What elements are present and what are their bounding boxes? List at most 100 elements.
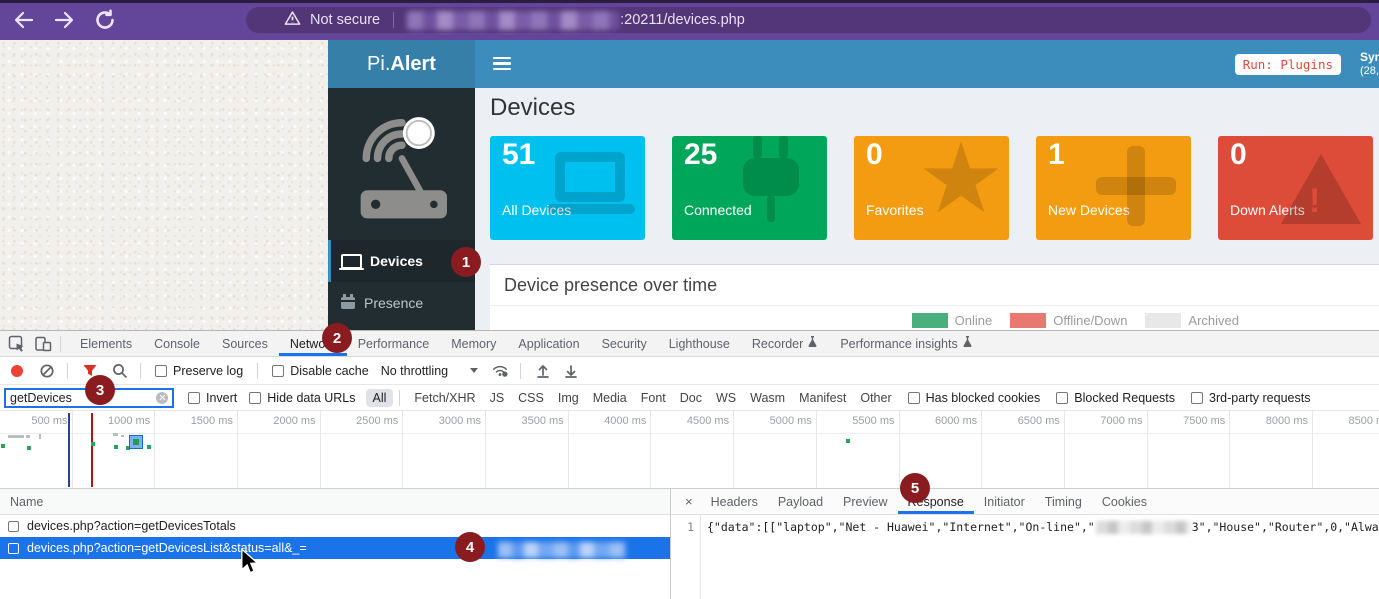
card-new-devices[interactable]: 1 New Devices: [1036, 136, 1191, 240]
disable-cache-checkbox[interactable]: [272, 365, 284, 377]
tab-security[interactable]: Security: [591, 331, 658, 356]
filter-type-font[interactable]: Font: [641, 391, 666, 405]
plus-icon: [1091, 142, 1187, 238]
app-sidebar: Devices Presence: [328, 88, 475, 330]
line-number-gutter: 1: [671, 515, 701, 599]
sidebar-item-presence[interactable]: Presence: [328, 282, 475, 324]
filter-type-ws[interactable]: WS: [716, 391, 736, 405]
row-checkbox[interactable]: [8, 521, 19, 532]
filter-type-all[interactable]: All: [366, 389, 394, 407]
invert-checkbox[interactable]: [188, 392, 200, 404]
blocked-requests-checkbox[interactable]: [1056, 392, 1068, 404]
tab-sources[interactable]: Sources: [211, 331, 279, 356]
clear-icon[interactable]: [39, 363, 55, 379]
card-favorites[interactable]: 0 Favorites ★: [854, 136, 1009, 240]
tab-headers[interactable]: Headers: [701, 489, 768, 514]
tab-recorder[interactable]: Recorder: [741, 331, 829, 356]
card-value: 0: [1230, 138, 1247, 172]
inspect-element-icon[interactable]: [8, 335, 26, 353]
legend-archived-swatch: [1145, 313, 1181, 328]
close-icon[interactable]: ×: [671, 494, 701, 509]
tab-performance-insights[interactable]: Performance insights: [829, 331, 983, 356]
filter-type-wasm[interactable]: Wasm: [750, 391, 785, 405]
sidebar-toggle-icon[interactable]: [493, 57, 511, 71]
timeline-ruler-line: [0, 433, 1379, 434]
selected-request-marker: [129, 435, 143, 449]
app-logo[interactable]: Pi.Alert: [328, 40, 475, 88]
record-button[interactable]: [11, 365, 23, 377]
filter-type-media[interactable]: Media: [593, 391, 627, 405]
forward-button[interactable]: [52, 8, 76, 32]
preserve-log-checkbox[interactable]: [155, 365, 167, 377]
row-checkbox[interactable]: [8, 543, 19, 554]
experiment-flask-icon: [807, 336, 818, 351]
navbar-user-label[interactable]: Syn (28,: [1360, 50, 1379, 79]
tab-application[interactable]: Application: [507, 331, 590, 356]
timeline-tick-label: 6000 ms: [903, 415, 977, 427]
tab-console[interactable]: Console: [143, 331, 211, 356]
not-secure-warning-icon: [284, 10, 301, 30]
card-down-alerts[interactable]: 0 Down Alerts !: [1218, 136, 1373, 240]
blocked-requests-label: Blocked Requests: [1074, 391, 1175, 405]
network-conditions-icon[interactable]: [492, 363, 508, 379]
requests-name-header[interactable]: Name: [0, 489, 670, 515]
timeline-tick-label: 5500 ms: [821, 415, 895, 427]
reload-button[interactable]: [93, 8, 117, 32]
tab-performance[interactable]: Performance: [347, 331, 441, 356]
screen: Not secure :20211/devices.php Pi.Alert R…: [0, 0, 1379, 599]
network-timeline[interactable]: 500 ms1000 ms1500 ms2000 ms2500 ms3000 m…: [0, 411, 1379, 489]
timeline-tick-label: 1000 ms: [76, 415, 150, 427]
card-value: 0: [866, 138, 883, 172]
device-toolbar-icon[interactable]: [34, 335, 52, 353]
warning-icon: !: [1273, 142, 1369, 238]
third-party-requests-checkbox[interactable]: [1191, 392, 1203, 404]
toolbar-separator: [140, 363, 141, 379]
card-connected[interactable]: 25 Connected: [672, 136, 827, 240]
timeline-gridline: [816, 411, 817, 489]
filter-type-manifest[interactable]: Manifest: [799, 391, 846, 405]
legend-online-label: Online: [955, 313, 993, 328]
waterfall-bar: [113, 433, 118, 436]
run-plugins-button[interactable]: Run: Plugins: [1235, 54, 1341, 75]
experiment-flask-icon: [962, 336, 973, 351]
filter-type-css[interactable]: CSS: [518, 391, 544, 405]
browser-toolbar: Not secure :20211/devices.php: [0, 0, 1379, 40]
tab-payload[interactable]: Payload: [768, 489, 833, 514]
filter-type-js[interactable]: JS: [490, 391, 505, 405]
card-all-devices[interactable]: 51 All Devices: [490, 136, 645, 240]
filter-type-img[interactable]: Img: [558, 391, 579, 405]
chart-legend: Online Offline/Down Archived: [490, 306, 1379, 328]
annotation-badge-3: 3: [85, 375, 115, 405]
toolbar-separator: [67, 363, 68, 379]
request-dot: [27, 446, 31, 450]
star-icon: ★: [909, 142, 1005, 238]
request-row-totals[interactable]: devices.php?action=getDevicesTotals: [0, 515, 670, 537]
import-har-icon[interactable]: [535, 363, 551, 379]
chevron-down-icon: [470, 368, 478, 373]
timeline-gridline: [1312, 411, 1313, 489]
annotation-badge-2: 2: [322, 323, 352, 353]
blurred-query-value: [498, 542, 626, 558]
hide-data-urls-checkbox[interactable]: [249, 392, 261, 404]
requests-pane: Name devices.php?action=getDevicesTotals…: [0, 489, 670, 599]
filter-type-other[interactable]: Other: [860, 391, 891, 405]
filter-type-fetch-xhr[interactable]: Fetch/XHR: [414, 391, 475, 405]
tab-elements[interactable]: Elements: [69, 331, 143, 356]
clear-filter-icon[interactable]: [156, 392, 168, 404]
address-bar[interactable]: Not secure :20211/devices.php: [246, 7, 1371, 33]
tab-initiator[interactable]: Initiator: [974, 489, 1035, 514]
tab-lighthouse[interactable]: Lighthouse: [658, 331, 741, 356]
search-icon[interactable]: [112, 363, 128, 379]
back-button[interactable]: [12, 8, 36, 32]
export-har-icon[interactable]: [563, 363, 579, 379]
user-line-1: Syn: [1360, 50, 1379, 65]
presence-calendar-icon: [341, 297, 355, 309]
has-blocked-cookies-checkbox[interactable]: [908, 392, 920, 404]
tab-timing[interactable]: Timing: [1035, 489, 1092, 514]
throttling-select[interactable]: No throttling: [381, 364, 478, 378]
tab-memory[interactable]: Memory: [440, 331, 507, 356]
tab-cookies[interactable]: Cookies: [1092, 489, 1157, 514]
filter-type-doc[interactable]: Doc: [680, 391, 702, 405]
tab-preview[interactable]: Preview: [833, 489, 897, 514]
request-details-pane: × Headers Payload Preview Response Initi…: [670, 489, 1379, 599]
